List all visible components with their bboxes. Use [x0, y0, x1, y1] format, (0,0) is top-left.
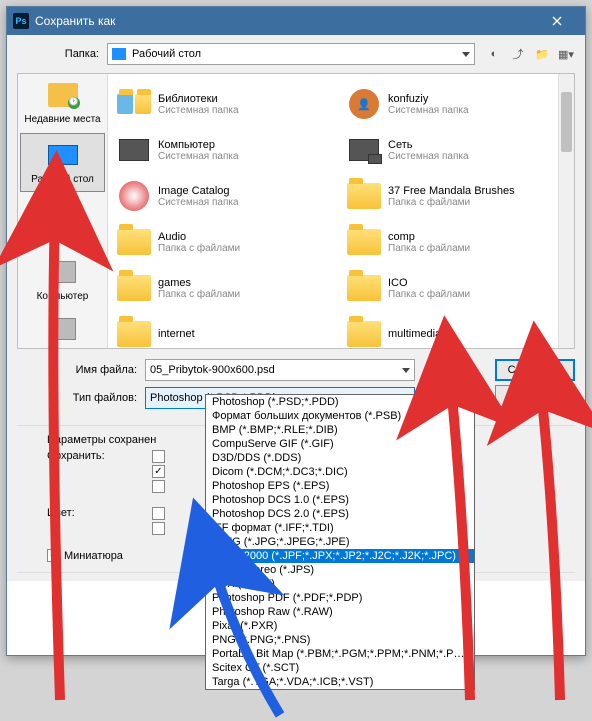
file-icon	[116, 270, 152, 306]
file-icon	[116, 224, 152, 260]
checkbox[interactable]	[152, 507, 169, 520]
format-option[interactable]: JPEG Stereo (*.JPS)	[206, 563, 474, 577]
file-item[interactable]: multimedia	[346, 312, 566, 348]
color-label: Цвет:	[47, 507, 142, 519]
file-item[interactable]: 37 Free Mandala BrushesПапка с файлами	[346, 174, 566, 218]
newfolder-icon[interactable]: 📁	[533, 45, 551, 63]
checkbox[interactable]	[152, 480, 169, 493]
format-option[interactable]: Scitex CT (*.SCT)	[206, 661, 474, 675]
file-item[interactable]: compПапка с файлами	[346, 220, 566, 264]
filename-label: Имя файла:	[17, 364, 145, 376]
file-icon	[346, 224, 382, 260]
file-grid[interactable]: БиблиотекиСистемная папка👤konfuziyСистем…	[108, 74, 574, 348]
cancel-button[interactable]: Отмена	[495, 385, 575, 407]
filetype-dropdown[interactable]: Photoshop (*.PSD;*.PDD)Формат больших до…	[205, 394, 475, 690]
file-icon	[116, 316, 152, 348]
titlebar[interactable]: Ps Сохранить как	[7, 7, 585, 35]
up-icon[interactable]: ⤴	[509, 45, 527, 63]
checkbox[interactable]	[152, 465, 169, 478]
format-option[interactable]: TIFF (*.TIF;*.TIFF)	[206, 689, 474, 690]
checkbox-icon	[47, 549, 60, 562]
format-option[interactable]: Photoshop Raw (*.RAW)	[206, 605, 474, 619]
file-item[interactable]: AudioПапка с файлами	[116, 220, 336, 264]
format-option[interactable]: Photoshop EPS (*.EPS)	[206, 479, 474, 493]
file-item[interactable]: gamesПапка с файлами	[116, 266, 336, 310]
file-icon: 👤	[346, 86, 382, 122]
format-option[interactable]: Pixar (*.PXR)	[206, 619, 474, 633]
folder-combo[interactable]: Рабочий стол	[107, 43, 475, 65]
file-icon	[346, 270, 382, 306]
file-item[interactable]: ICOПапка с файлами	[346, 266, 566, 310]
format-option[interactable]: D3D/DDS (*.DDS)	[206, 451, 474, 465]
file-item[interactable]: КомпьютерСистемная папка	[116, 128, 336, 172]
checkbox[interactable]	[152, 450, 169, 463]
places-item[interactable]	[18, 308, 107, 354]
folder-value: Рабочий стол	[132, 48, 201, 60]
save-button[interactable]: Сохранить	[495, 359, 575, 381]
format-option[interactable]: PCX (*.PCX)	[206, 577, 474, 591]
format-option[interactable]: CompuServe GIF (*.GIF)	[206, 437, 474, 451]
file-item[interactable]: internet	[116, 312, 336, 348]
format-option[interactable]: PNG (*.PNG;*.PNS)	[206, 633, 474, 647]
file-item[interactable]: 👤konfuziyСистемная папка	[346, 82, 566, 126]
format-option[interactable]: Portable Bit Map (*.PBM;*.PGM;*.PPM;*.PN…	[206, 647, 474, 661]
places-bar: 🕑Недавние местаРабочий столБиблиотекиКом…	[18, 74, 108, 348]
photoshop-icon: Ps	[13, 13, 29, 29]
file-item[interactable]: СетьСистемная папка	[346, 128, 566, 172]
format-option[interactable]: Photoshop PDF (*.PDF;*.PDP)	[206, 591, 474, 605]
format-option[interactable]: Targa (*.TGA;*.VDA;*.ICB;*.VST)	[206, 675, 474, 689]
scroll-thumb[interactable]	[561, 92, 572, 152]
checkbox-icon	[152, 522, 165, 535]
file-item[interactable]: БиблиотекиСистемная папка	[116, 82, 336, 126]
file-item[interactable]: Image CatalogСистемная папка	[116, 174, 336, 218]
file-browser: 🕑Недавние местаРабочий столБиблиотекиКом…	[17, 73, 575, 349]
format-option[interactable]: BMP (*.BMP;*.RLE;*.DIB)	[206, 423, 474, 437]
filetype-label: Тип файлов:	[17, 392, 145, 404]
places-item[interactable]: Рабочий стол	[20, 133, 105, 192]
desktop-icon	[112, 48, 126, 60]
file-icon	[346, 316, 382, 348]
file-icon	[116, 86, 152, 122]
format-option[interactable]: JPEG 2000 (*.JPF;*.JPX;*.JP2;*.J2C;*.J2K…	[206, 549, 474, 563]
format-option[interactable]: Photoshop DCS 2.0 (*.EPS)	[206, 507, 474, 521]
format-option[interactable]: Формат больших документов (*.PSB)	[206, 409, 474, 423]
format-option[interactable]: JPEG (*.JPG;*.JPEG;*.JPE)	[206, 535, 474, 549]
checkbox-icon	[152, 465, 165, 478]
dialog-title: Сохранить как	[35, 14, 535, 28]
file-icon	[116, 178, 152, 214]
places-item[interactable]: 🕑Недавние места	[18, 74, 107, 131]
places-item[interactable]: Библиотеки	[18, 194, 107, 251]
format-option[interactable]: IFF формат (*.IFF;*.TDI)	[206, 521, 474, 535]
back-icon[interactable]: ◐	[485, 45, 503, 63]
checkbox-icon	[152, 450, 165, 463]
format-option[interactable]: Photoshop DCS 1.0 (*.EPS)	[206, 493, 474, 507]
scrollbar[interactable]	[558, 74, 574, 348]
chevron-down-icon	[402, 368, 410, 373]
folder-toolbar: ◐ ⤴ 📁 ▦▾	[485, 45, 575, 63]
file-icon	[116, 132, 152, 168]
file-icon	[346, 132, 382, 168]
thumbnail-checkbox[interactable]: Миниатюра	[47, 549, 123, 562]
checkbox-icon	[152, 480, 165, 493]
close-button[interactable]	[535, 7, 579, 35]
format-option[interactable]: Photoshop (*.PSD;*.PDD)	[206, 395, 474, 409]
format-option[interactable]: Dicom (*.DCM;*.DC3;*.DIC)	[206, 465, 474, 479]
places-item[interactable]: Компьютер	[18, 251, 107, 308]
filename-input[interactable]: 05_Pribytok-900x600.psd	[145, 359, 415, 381]
checkbox[interactable]	[152, 522, 169, 535]
save-opt-label: Сохранить:	[47, 450, 142, 462]
view-icon[interactable]: ▦▾	[557, 45, 575, 63]
chevron-down-icon	[462, 52, 470, 57]
folder-label: Папка:	[17, 48, 107, 60]
file-icon	[346, 178, 382, 214]
checkbox-icon	[152, 507, 165, 520]
